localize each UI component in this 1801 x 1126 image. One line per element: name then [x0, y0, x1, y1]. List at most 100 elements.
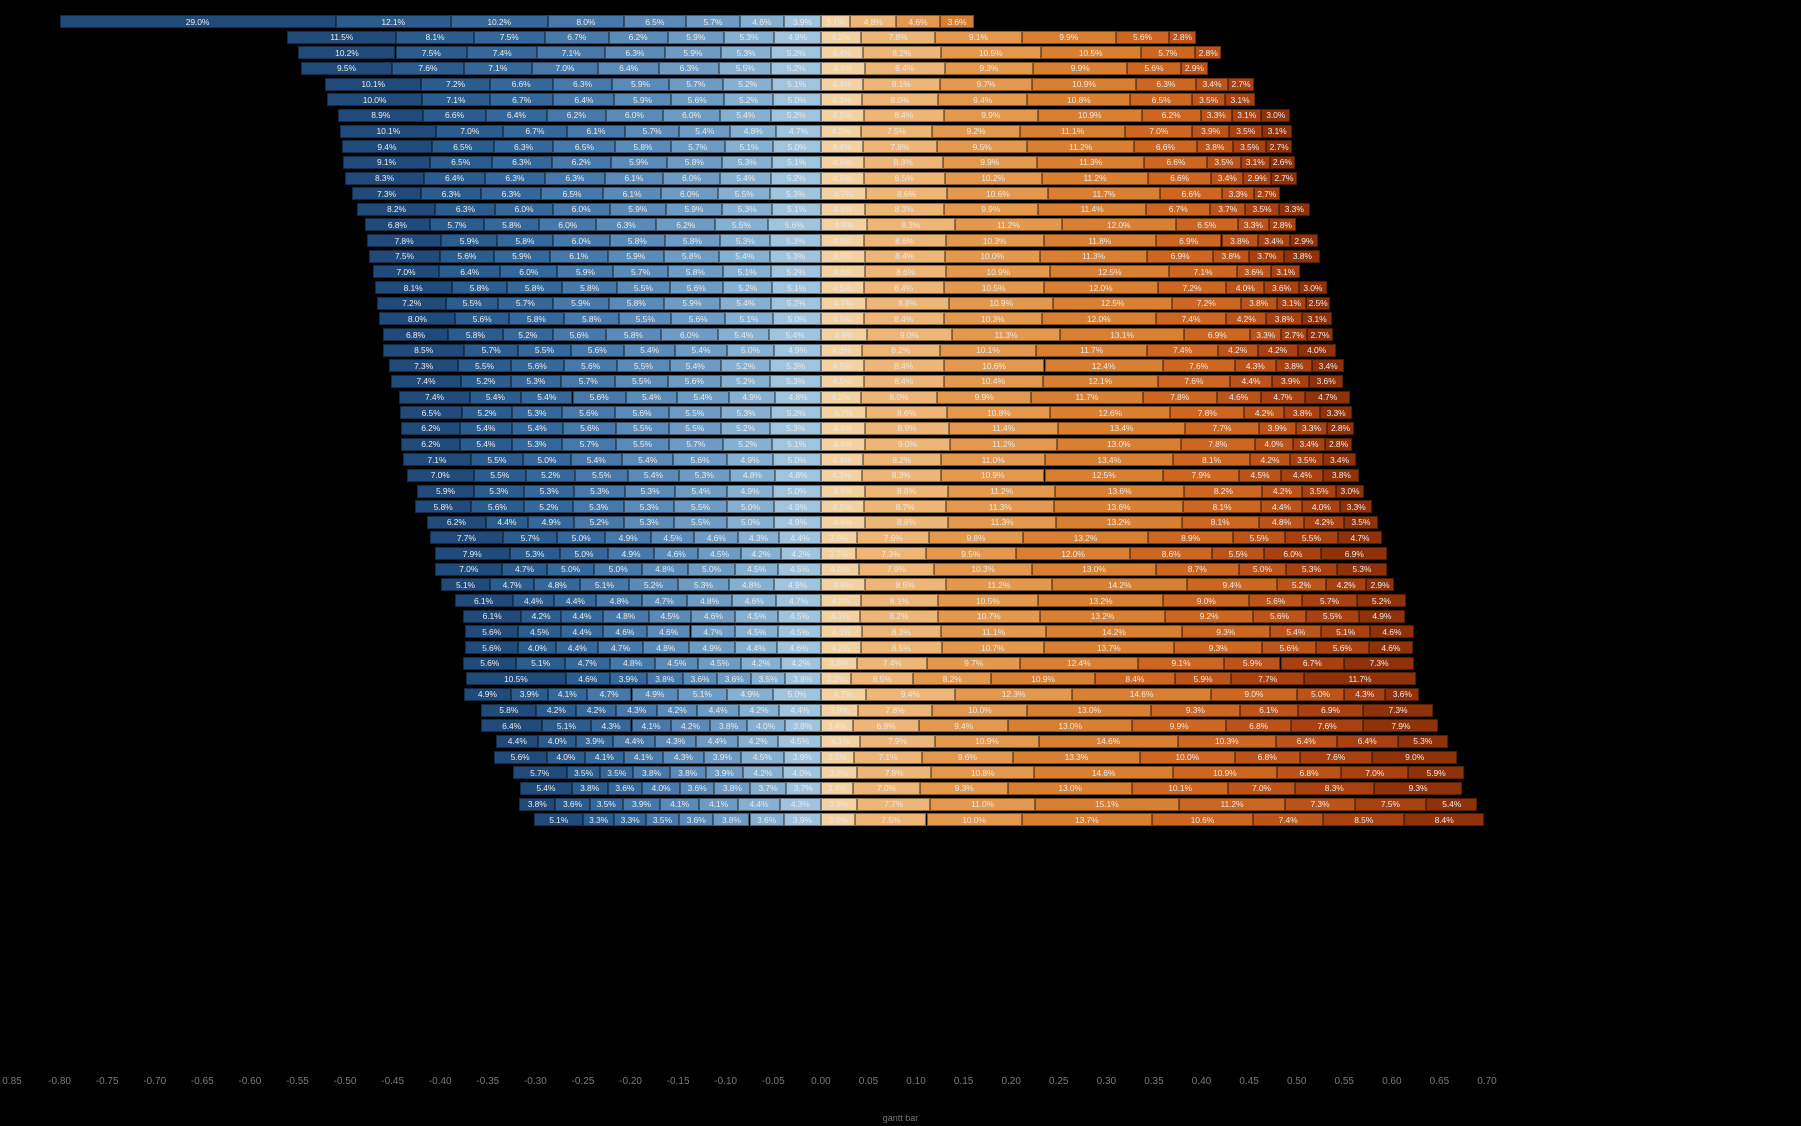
- bar-segment-pos: 4.5%: [821, 156, 864, 169]
- bar-segment-neg: 5.3%: [770, 422, 820, 435]
- bar-segment-neg: 4.2%: [781, 547, 821, 560]
- bar-segment-pos: 14.2%: [1052, 578, 1187, 591]
- bar-segment-pos: 3.8%: [821, 798, 857, 811]
- bar-segment-neg: 4.1%: [548, 688, 587, 701]
- bar-segment-pos: 11.4%: [1038, 203, 1146, 216]
- bar-segment-pos: 9.9%: [944, 203, 1038, 216]
- bar-segment-neg: 5.9%: [614, 93, 670, 106]
- bar-segment-neg: 4.9%: [727, 453, 774, 466]
- bar-segment-pos: 10.5%: [941, 46, 1041, 59]
- bar-segment-neg: 5.5%: [616, 422, 668, 435]
- bar-segment-pos: 7.6%: [857, 531, 929, 544]
- bar-segment-neg: 3.6%: [680, 782, 714, 795]
- bar-segment-neg: 5.0%: [594, 563, 642, 576]
- bar-segment-neg: 6.8%: [365, 218, 430, 231]
- bar-segment-pos: 4.2%: [1258, 344, 1298, 357]
- bar-segment-pos: 11.7%: [1031, 391, 1142, 404]
- bar-segment-neg: 4.8%: [603, 610, 649, 623]
- bar-segment-neg: 5.4%: [719, 250, 770, 263]
- bar-segment-pos: 4.3%: [821, 469, 862, 482]
- bar-segment-pos: 7.6%: [1291, 719, 1363, 732]
- bar-segment-pos: 9.7%: [940, 78, 1032, 91]
- bar-segment-neg: 6.5%: [430, 156, 492, 169]
- bar-segment-pos: 8.9%: [1148, 531, 1233, 544]
- bar-segment-neg: 5.5%: [669, 422, 721, 435]
- bar-segment-neg: 6.2%: [401, 438, 460, 451]
- bar-segment-neg: 6.8%: [383, 328, 448, 341]
- bar-segment-neg: 3.8%: [633, 766, 669, 779]
- bar-segment-neg: 6.0%: [539, 218, 596, 231]
- bar-segment-pos: 4.4%: [1230, 375, 1272, 388]
- diverging-stacked-bar-chart: 29.0%12.1%10.2%8.0%6.5%5.7%4.6%3.9%3.1%4…: [0, 0, 1801, 1126]
- bar-segment-neg: 5.2%: [524, 500, 573, 513]
- bar-segment-pos: 6.0%: [1264, 547, 1321, 560]
- bar-segment-pos: 3.3%: [1201, 109, 1232, 122]
- bar-segment-neg: 5.5%: [669, 406, 721, 419]
- bar-segment-neg: 6.3%: [435, 203, 495, 216]
- bar-segment-pos: 2.9%: [1243, 172, 1271, 185]
- bar-segment-neg: 4.0%: [518, 641, 556, 654]
- bar-row: 5.6%4.0%4.4%4.7%4.8%4.9%4.4%4.6%4.2%8.5%…: [0, 641, 1801, 656]
- bar-segment-neg: 5.4%: [628, 469, 679, 482]
- axis-tick: 0.40: [1192, 1076, 1211, 1087]
- bar-segment-neg: 3.8%: [572, 782, 608, 795]
- bar-segment-neg: 3.3%: [614, 813, 645, 826]
- bar-segment-pos: 10.3%: [946, 234, 1044, 247]
- bar-segment-pos: 13.3%: [1013, 751, 1140, 764]
- bar-segment-pos: 3.6%: [1309, 375, 1343, 388]
- bar-segment-neg: 7.2%: [377, 297, 446, 310]
- bar-segment-pos: 10.9%: [935, 735, 1039, 748]
- bar-segment-pos: 8.2%: [1184, 485, 1262, 498]
- bar-segment-pos: 4.2%: [821, 641, 861, 654]
- bar-segment-pos: 10.7%: [942, 641, 1044, 654]
- bar-segment-neg: 4.0%: [783, 766, 821, 779]
- bar-segment-neg: 7.4%: [399, 391, 469, 404]
- bar-segment-pos: 6.2%: [1142, 109, 1201, 122]
- bar-segment-neg: 5.2%: [771, 406, 820, 419]
- bar-row: 3.8%3.6%3.5%3.9%4.1%4.1%4.4%4.3%3.8%7.7%…: [0, 798, 1801, 813]
- bar-segment-pos: 4.4%: [821, 140, 863, 153]
- bar-segment-neg: 5.6%: [471, 500, 524, 513]
- bar-segment-pos: 15.1%: [1035, 798, 1179, 811]
- bar-segment-neg: 4.0%: [547, 751, 585, 764]
- bar-segment-pos: 11.3%: [952, 328, 1060, 341]
- bar-row: 6.2%4.4%4.9%5.2%5.3%5.5%5.0%4.9%4.6%8.8%…: [0, 516, 1801, 531]
- bar-segment-neg: 5.5%: [619, 312, 671, 325]
- bar-segment-neg: 5.3%: [524, 485, 574, 498]
- bar-row: 4.4%4.0%3.9%4.4%4.3%4.4%4.2%4.5%4.1%7.9%…: [0, 735, 1801, 750]
- bar-segment-pos: 10.9%: [946, 265, 1050, 278]
- bar-segment-neg: 4.4%: [697, 704, 739, 717]
- bar-segment-pos: 2.8%: [1269, 218, 1296, 231]
- bar-segment-pos: 4.5%: [821, 281, 864, 294]
- bar-segment-neg: 4.7%: [502, 563, 547, 576]
- bar-segment-pos: 7.5%: [855, 813, 926, 826]
- axis-tick: -0.70: [143, 1076, 166, 1087]
- bar-segment-pos: 8.4%: [864, 375, 944, 388]
- bar-segment-pos: 13.0%: [1057, 438, 1181, 451]
- bar-segment-neg: 5.0%: [773, 688, 821, 701]
- bar-segment-pos: 10.5%: [1041, 46, 1141, 59]
- bar-segment-pos: 3.3%: [1250, 328, 1281, 341]
- bar-segment-neg: 4.5%: [741, 751, 784, 764]
- bar-segment-pos: 9.9%: [944, 109, 1038, 122]
- bar-segment-neg: 8.0%: [548, 15, 624, 28]
- axis-tick: -0.40: [429, 1076, 452, 1087]
- bar-segment-neg: 3.8%: [710, 719, 746, 732]
- bar-segment-neg: 6.5%: [553, 140, 615, 153]
- bar-segment-neg: 5.2%: [461, 375, 510, 388]
- bar-segment-pos: 2.7%: [1281, 328, 1307, 341]
- bar-segment-neg: 5.6%: [573, 391, 626, 404]
- axis-tick: -0.35: [476, 1076, 499, 1087]
- bar-segment-pos: 10.9%: [1038, 109, 1142, 122]
- bar-segment-neg: 4.6%: [740, 15, 784, 28]
- bar-segment-pos: 3.4%: [1211, 172, 1243, 185]
- bar-segment-neg: 4.8%: [775, 391, 821, 404]
- bar-segment-neg: 5.4%: [512, 422, 563, 435]
- bar-segment-neg: 5.7%: [562, 438, 616, 451]
- bar-segment-neg: 5.7%: [464, 344, 518, 357]
- bar-segment-pos: 7.3%: [1344, 657, 1413, 670]
- bar-segment-pos: 9.0%: [1163, 594, 1249, 607]
- bar-segment-neg: 5.2%: [723, 438, 772, 451]
- bar-segment-neg: 5.6%: [494, 751, 547, 764]
- bar-segment-pos: 5.6%: [1262, 641, 1315, 654]
